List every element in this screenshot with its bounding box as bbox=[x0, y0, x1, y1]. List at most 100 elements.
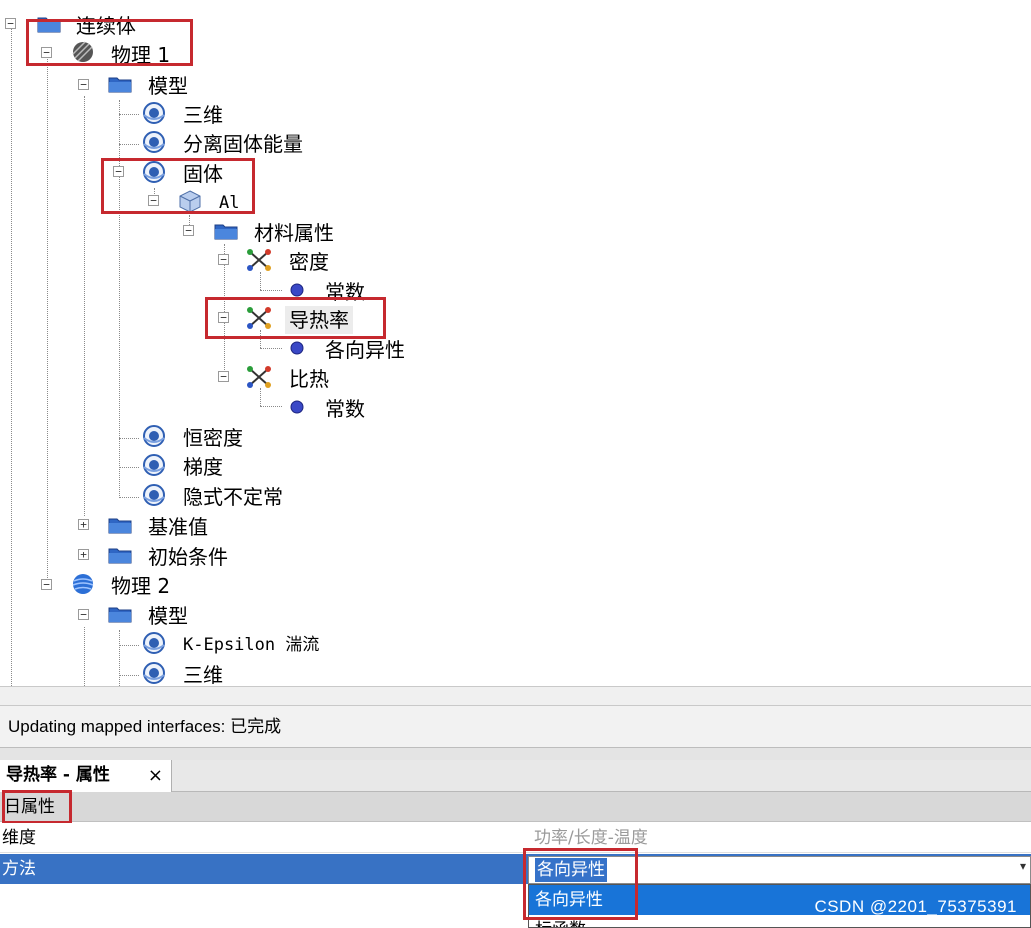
watermark: CSDN @2201_75375391 bbox=[814, 897, 1017, 916]
collapse-toggle[interactable]: − bbox=[148, 195, 159, 206]
tree-node-density-method[interactable]: 常数 bbox=[325, 278, 365, 306]
tree-node-material-al[interactable]: Al bbox=[219, 189, 239, 217]
tree-guide-line bbox=[260, 388, 261, 406]
collapse-toggle[interactable]: − bbox=[5, 18, 16, 29]
tree-node-segregated-solid-energy[interactable]: 分离固体能量 bbox=[183, 130, 303, 158]
tree-node-label: 分离固体能量 bbox=[183, 132, 303, 156]
tree-node-label: 固体 bbox=[183, 162, 223, 186]
tree-node-label: Al bbox=[219, 193, 240, 213]
tree-guide-line bbox=[84, 627, 85, 686]
cube-icon bbox=[177, 189, 203, 213]
property-row-dimensions[interactable]: 维度 功率/长度-温度 bbox=[0, 823, 1031, 853]
tree-node-specific-heat-method[interactable]: 常数 bbox=[325, 395, 365, 423]
properties-tab-bar: 导热率 - 属性 × bbox=[0, 760, 1031, 792]
collapse-toggle[interactable]: − bbox=[218, 371, 229, 382]
tree-connector bbox=[119, 645, 139, 646]
tree-connector bbox=[119, 497, 139, 498]
tree-node-label: 比热 bbox=[289, 367, 329, 391]
tree-node-k-epsilon[interactable]: K-Epsilon 湍流 bbox=[183, 631, 319, 659]
tree-node-continuum[interactable]: 连续体 bbox=[76, 12, 136, 40]
tree-node-models[interactable]: 模型 bbox=[148, 72, 188, 100]
tab-properties[interactable]: 导热率 - 属性 × bbox=[0, 760, 172, 792]
method-select-value: 各向异性 bbox=[535, 858, 607, 882]
model-icon bbox=[141, 160, 167, 184]
tree-connector bbox=[119, 114, 139, 115]
expand-toggle[interactable]: + bbox=[78, 549, 89, 560]
folder-icon bbox=[213, 219, 239, 243]
panel-divider[interactable] bbox=[0, 748, 1031, 760]
tree-node-label: 导热率 bbox=[285, 306, 353, 334]
tree-node-density[interactable]: 密度 bbox=[289, 248, 329, 276]
material-property-icon bbox=[246, 248, 272, 272]
collapse-toggle[interactable]: − bbox=[41, 579, 52, 590]
tree-node-label: 基准值 bbox=[148, 515, 208, 539]
collapse-toggle[interactable]: − bbox=[41, 47, 52, 58]
tree-node-reference-values[interactable]: 基准值 bbox=[148, 513, 208, 541]
model-icon bbox=[141, 631, 167, 655]
collapse-toggle[interactable]: − bbox=[218, 254, 229, 265]
property-value: 功率/长度-温度 bbox=[534, 828, 648, 848]
collapse-toggle[interactable]: − bbox=[218, 312, 229, 323]
tree-node-label: 各向异性 bbox=[325, 338, 405, 362]
tree-node-label: K-Epsilon 湍流 bbox=[183, 635, 320, 655]
tree-guide-line bbox=[11, 28, 12, 686]
tree-guide-line bbox=[119, 630, 120, 686]
tree-guide-line bbox=[260, 330, 261, 348]
method-select[interactable]: 各向异性 ▾ bbox=[528, 856, 1031, 884]
property-name: 维度 bbox=[2, 828, 36, 848]
tree-connector bbox=[119, 438, 139, 439]
model-icon bbox=[141, 130, 167, 154]
tree-node-material-properties[interactable]: 材料属性 bbox=[254, 219, 334, 247]
tree-node-label: 隐式不定常 bbox=[183, 485, 283, 509]
tree-node-solid[interactable]: 固体 bbox=[183, 160, 223, 188]
tree-connector bbox=[260, 406, 282, 407]
collapse-toggle[interactable]: − bbox=[78, 609, 89, 620]
horizontal-scrollbar[interactable] bbox=[0, 686, 1031, 706]
physics-continuum-icon bbox=[70, 40, 96, 64]
tree-connector bbox=[119, 675, 139, 676]
tree-node-label: 梯度 bbox=[183, 455, 223, 479]
tree-node-gradients[interactable]: 梯度 bbox=[183, 453, 223, 481]
material-property-icon bbox=[246, 306, 272, 330]
collapse-toggle[interactable]: − bbox=[78, 79, 89, 90]
status-text: Updating mapped interfaces: 已完成 bbox=[8, 717, 282, 736]
method-dot-icon bbox=[284, 278, 310, 302]
tree-node-label: 三维 bbox=[183, 103, 223, 127]
model-icon bbox=[141, 453, 167, 477]
collapse-icon[interactable]: 日 bbox=[4, 797, 21, 817]
model-icon bbox=[141, 483, 167, 507]
collapse-toggle[interactable]: − bbox=[113, 166, 124, 177]
tree-node-models-2[interactable]: 模型 bbox=[148, 602, 188, 630]
tree-guide-line bbox=[260, 272, 261, 290]
property-name: 方法 bbox=[2, 859, 36, 879]
folder-icon bbox=[107, 602, 133, 626]
model-icon bbox=[141, 424, 167, 448]
folder-icon bbox=[107, 543, 133, 567]
tree-node-label: 材料属性 bbox=[254, 221, 334, 245]
tree-guide-line bbox=[84, 96, 85, 516]
folder-icon bbox=[107, 513, 133, 537]
tree-node-label: 常数 bbox=[325, 397, 365, 421]
tree-node-constant-density[interactable]: 恒密度 bbox=[183, 424, 243, 452]
tree-node-specific-heat[interactable]: 比热 bbox=[289, 365, 329, 393]
tree-node-label: 模型 bbox=[148, 74, 188, 98]
close-icon[interactable]: × bbox=[148, 760, 163, 791]
tree-node-thermal-conductivity[interactable]: 导热率 bbox=[285, 306, 353, 334]
collapse-toggle[interactable]: − bbox=[183, 225, 194, 236]
tree-node-conductivity-method[interactable]: 各向异性 bbox=[325, 336, 405, 364]
folder-icon bbox=[107, 72, 133, 96]
chevron-down-icon[interactable]: ▾ bbox=[1020, 859, 1026, 873]
tree-node-physics-1[interactable]: 物理 1 bbox=[111, 41, 170, 69]
tree-node-physics-2[interactable]: 物理 2 bbox=[111, 572, 170, 600]
expand-toggle[interactable]: + bbox=[78, 519, 89, 530]
tree-node-three-dimensional-2[interactable]: 三维 bbox=[183, 661, 223, 686]
tree-node-three-dimensional[interactable]: 三维 bbox=[183, 101, 223, 129]
tree-node-implicit-unsteady[interactable]: 隐式不定常 bbox=[183, 483, 283, 511]
tree-node-label: 常数 bbox=[325, 280, 365, 304]
tree-node-initial-conditions[interactable]: 初始条件 bbox=[148, 543, 228, 571]
tree-guide-line bbox=[47, 56, 48, 586]
properties-section-header[interactable]: 日属性 bbox=[0, 792, 1031, 822]
material-property-icon bbox=[246, 365, 272, 389]
tree-node-label: 模型 bbox=[148, 604, 188, 628]
tree-node-label: 物理 2 bbox=[111, 574, 171, 598]
